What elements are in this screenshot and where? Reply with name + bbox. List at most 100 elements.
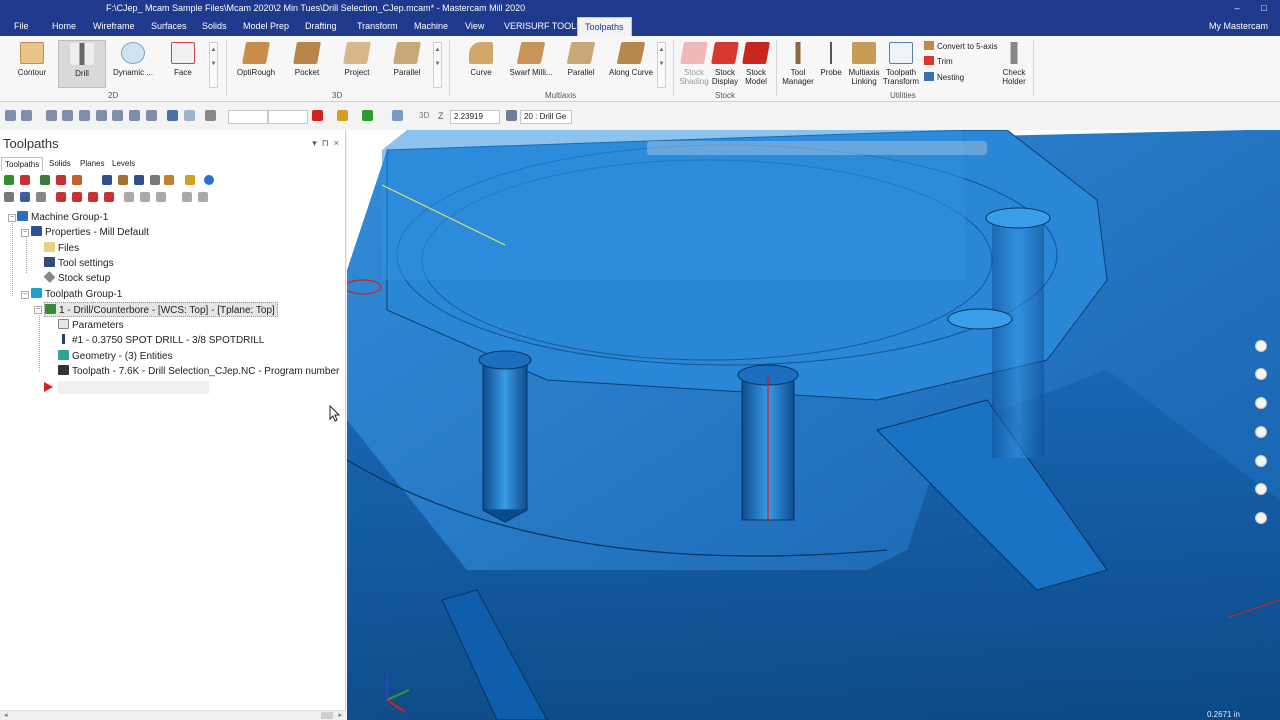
multiaxis-linking-button[interactable]: Multiaxis Linking [846, 40, 882, 88]
check-holder-button[interactable]: Check Holder [998, 40, 1030, 88]
show-selected-icon[interactable] [140, 192, 150, 202]
parallel-multiaxis-button[interactable]: Parallel [564, 40, 598, 88]
tree-item-stock-setup[interactable]: Stock setup [43, 271, 110, 286]
tool-manager-button[interactable]: Tool Manager [780, 40, 816, 88]
expand-properties[interactable]: − [21, 229, 29, 237]
redo-icon[interactable] [184, 110, 195, 121]
options-icon[interactable] [156, 192, 166, 202]
undo-icon[interactable] [167, 110, 178, 121]
dimension-mode-label[interactable]: 3D [419, 111, 429, 120]
minimize-button[interactable]: – [1227, 0, 1247, 17]
export-icon[interactable] [96, 110, 107, 121]
maximize-button[interactable]: □ [1254, 0, 1274, 17]
preview-icon[interactable] [129, 110, 140, 121]
transform-icon[interactable] [182, 192, 192, 202]
save-as-icon[interactable] [79, 110, 90, 121]
drill-button[interactable]: Drill [58, 40, 106, 88]
expand-machine-group[interactable]: − [8, 214, 16, 222]
toggle-post-icon[interactable] [36, 192, 46, 202]
toggle-display-icon[interactable] [20, 192, 30, 202]
zoom-window-icon[interactable] [1255, 397, 1267, 409]
simulate-icon[interactable] [118, 175, 128, 185]
scroll-arrow-icon[interactable] [104, 192, 114, 202]
tree-item-files[interactable]: Files [44, 241, 79, 256]
tab-levels-manager[interactable]: Levels [109, 157, 138, 171]
levels-icon[interactable] [1255, 483, 1267, 495]
high-feed-icon[interactable] [164, 175, 174, 185]
tab-planes-manager[interactable]: Planes [77, 157, 107, 171]
save-icon[interactable] [62, 110, 73, 121]
graphics-viewport[interactable]: 0.2671 in [347, 130, 1280, 720]
gallery-2d-scroller[interactable]: ▲ ▼ [209, 42, 218, 88]
expand-toolpath-group[interactable]: − [21, 291, 29, 299]
tab-transform[interactable]: Transform [350, 17, 405, 36]
toolpath-transform-button[interactable]: Toolpath Transform [882, 40, 920, 88]
tab-toolpaths[interactable]: Toolpaths [577, 17, 632, 36]
wireframe-color-icon[interactable] [312, 110, 323, 121]
stock-display-button[interactable]: Stock Display [709, 40, 741, 88]
filter-icon[interactable] [198, 192, 208, 202]
tab-drafting[interactable]: Drafting [298, 17, 344, 36]
tab-toolpaths-manager[interactable]: Toolpaths [1, 157, 44, 171]
select-all-icon[interactable] [4, 175, 14, 185]
stock-shading-button[interactable]: Stock Shading [677, 40, 711, 88]
surface-color-icon[interactable] [337, 110, 348, 121]
z-depth-input[interactable]: 2.23919 [450, 110, 500, 124]
tab-solids-manager[interactable]: Solids [46, 157, 74, 171]
tab-home[interactable]: Home [45, 17, 83, 36]
selection-toolbar[interactable] [647, 141, 987, 155]
regenerate-dirty-icon[interactable] [56, 175, 66, 185]
move-down-icon[interactable] [56, 192, 66, 202]
pan-icon[interactable] [1255, 455, 1267, 467]
move-up-icon[interactable] [72, 192, 82, 202]
contour-button[interactable]: Contour [10, 40, 54, 88]
gallery-3d-scroller[interactable]: ▲ ▼ [433, 42, 442, 88]
tab-verisurf-tools[interactable]: VERISURF TOOLS [497, 17, 589, 36]
tab-view[interactable]: View [458, 17, 491, 36]
new-icon[interactable] [5, 110, 16, 121]
trim-button[interactable]: Trim [924, 56, 953, 68]
panel-controls[interactable]: ▾ ⊓ × [312, 138, 339, 149]
attributes-icon[interactable] [392, 110, 403, 121]
select-invalid-icon[interactable] [20, 175, 30, 185]
tree-item-machine-group[interactable]: Machine Group-1 [17, 210, 108, 225]
tree-item-toolpath-group[interactable]: Toolpath Group-1 [31, 287, 122, 302]
view-cube-icon[interactable] [1255, 340, 1267, 352]
optirough-button[interactable]: OptiRough [233, 40, 279, 88]
tree-item-geometry[interactable]: Geometry - (3) Entities [58, 349, 173, 364]
regenerate-icon[interactable] [40, 175, 50, 185]
point-style-icon[interactable] [205, 110, 216, 121]
tab-machine[interactable]: Machine [407, 17, 455, 36]
settings-icon[interactable] [146, 110, 157, 121]
solid-color-icon[interactable] [362, 110, 373, 121]
level-select[interactable]: 20 : Drill Ge [520, 110, 572, 124]
tree-item-toolpath[interactable]: Toolpath - 7.6K - Drill Selection_CJep.N… [58, 364, 339, 379]
tree-horizontal-scrollbar[interactable]: ◂ ▸ [0, 710, 346, 720]
merge-icon[interactable] [46, 110, 57, 121]
tree-item-operation[interactable]: 1 - Drill/Counterbore - [WCS: Top] - [Tp… [44, 302, 278, 317]
scroll-left-icon[interactable]: ◂ [4, 711, 8, 719]
scroll-thumb[interactable] [321, 712, 333, 719]
tab-surfaces[interactable]: Surfaces [144, 17, 194, 36]
tab-file[interactable]: File [7, 17, 36, 36]
insert-arrow-icon[interactable] [88, 192, 98, 202]
rotate-icon[interactable] [1255, 426, 1267, 438]
nesting-button[interactable]: Nesting [924, 72, 964, 84]
g1-icon[interactable] [150, 175, 160, 185]
post-icon[interactable] [134, 175, 144, 185]
help-icon[interactable] [204, 175, 214, 185]
tree-item-tool-settings[interactable]: Tool settings [44, 256, 114, 271]
tab-solids[interactable]: Solids [195, 17, 234, 36]
tab-model-prep[interactable]: Model Prep [236, 17, 296, 36]
delete-icon[interactable] [185, 175, 195, 185]
expand-operation[interactable]: − [34, 306, 42, 314]
line-style-select[interactable] [228, 110, 268, 124]
tree-item-parameters[interactable]: Parameters [58, 318, 124, 333]
pocket-button[interactable]: Pocket [288, 40, 326, 88]
print-icon[interactable] [112, 110, 123, 121]
along-curve-button[interactable]: Along Curve [606, 40, 656, 88]
curve-button[interactable]: Curve [464, 40, 498, 88]
gallery-multiaxis-scroller[interactable]: ▲ ▼ [657, 42, 666, 88]
user-account[interactable]: My Mastercam [1209, 17, 1268, 36]
lock-icon[interactable] [4, 192, 14, 202]
